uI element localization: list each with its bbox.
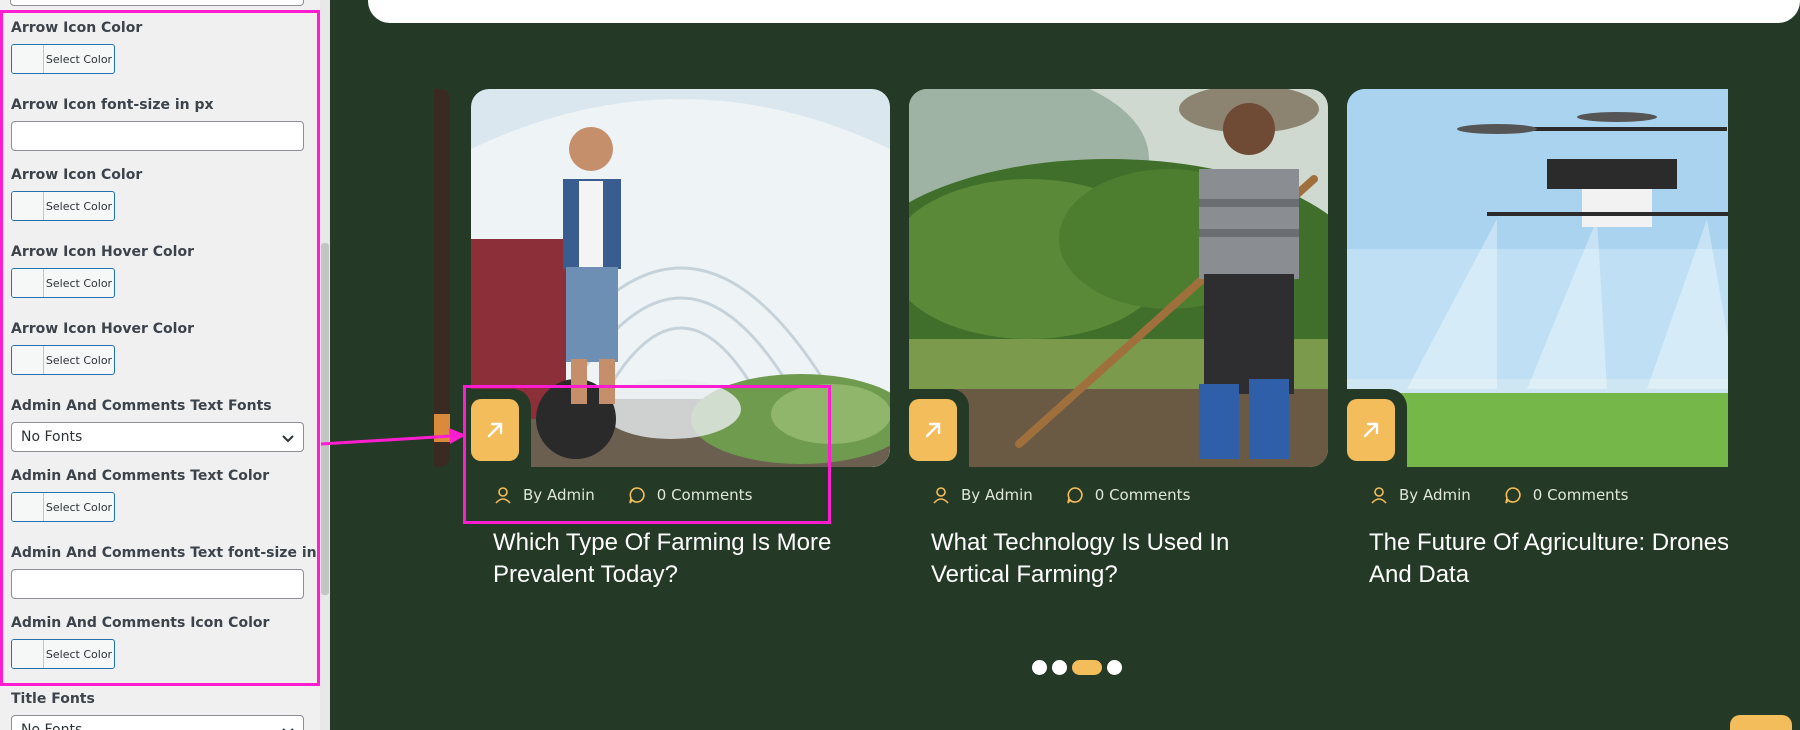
author-prefix: By	[961, 486, 981, 504]
previous-card-edge	[434, 89, 450, 467]
arrow-button[interactable]	[909, 399, 957, 461]
arrow-button[interactable]	[1347, 399, 1395, 461]
scrollbar-thumb[interactable]	[321, 243, 329, 595]
highlight-box	[0, 10, 320, 686]
carousel-pagination	[1032, 660, 1127, 675]
card-meta: By Admin 0 Comments	[931, 485, 1190, 505]
highlight-box	[463, 385, 831, 524]
arrow-up-right-icon	[1363, 422, 1379, 438]
pagination-dot[interactable]	[1052, 660, 1067, 675]
arrow-up-right-icon	[925, 422, 941, 438]
card-image[interactable]	[909, 89, 1328, 467]
pagination-dot-active[interactable]	[1072, 660, 1102, 675]
chevron-down-icon	[282, 728, 294, 730]
pagination-dot[interactable]	[1107, 660, 1122, 675]
card-title[interactable]: Which Type Of Farming Is More Prevalent …	[493, 527, 893, 591]
settings-sidebar: Arrow Icon Color Select Color Arrow Icon…	[0, 0, 330, 730]
setting-label: Title Fonts	[11, 691, 95, 707]
pagination-dot[interactable]	[1032, 660, 1047, 675]
setting-title-fonts: Title Fonts No Fonts	[11, 691, 304, 730]
card-meta: By Admin 0 Comments	[1369, 485, 1628, 505]
previous-select-field[interactable]	[10, 0, 304, 6]
author-name[interactable]: Admin	[985, 486, 1033, 504]
card-title-line2: Prevalent Today?	[493, 561, 679, 588]
card-clip: By Admin 0 Comments The Future Of Agricu…	[1347, 0, 1728, 600]
comment-icon	[1066, 487, 1083, 504]
card-title-line1: What Technology Is Used In	[931, 529, 1230, 556]
comment-count[interactable]: 0 Comments	[1095, 486, 1191, 504]
font-select-value: No Fonts	[21, 722, 83, 730]
font-select[interactable]: No Fonts	[11, 715, 304, 730]
farmer-with-hoe-photo	[909, 89, 1328, 467]
author-prefix: By	[1399, 486, 1419, 504]
card-title-line1: The Future Of Agriculture: Drones	[1369, 529, 1728, 556]
blog-preview: By Admin 0 Comments Which Type Of Farmin…	[360, 0, 1800, 730]
card-title-line1: Which Type Of Farming Is More	[493, 529, 832, 556]
comment-count[interactable]: 0 Comments	[1533, 486, 1629, 504]
user-icon	[933, 487, 949, 504]
previous-card-strip	[434, 414, 450, 442]
card-title[interactable]: The Future Of Agriculture: Drones And Da…	[1369, 527, 1728, 591]
comment-icon	[1504, 487, 1521, 504]
card-title-line2: Vertical Farming?	[931, 561, 1118, 588]
card-title[interactable]: What Technology Is Used In Vertical Farm…	[931, 527, 1331, 591]
card-title-line2: And Data	[1369, 561, 1470, 588]
scroll-top-button[interactable]	[1730, 715, 1792, 730]
user-icon	[1371, 487, 1387, 504]
author-name[interactable]: Admin	[1423, 486, 1471, 504]
